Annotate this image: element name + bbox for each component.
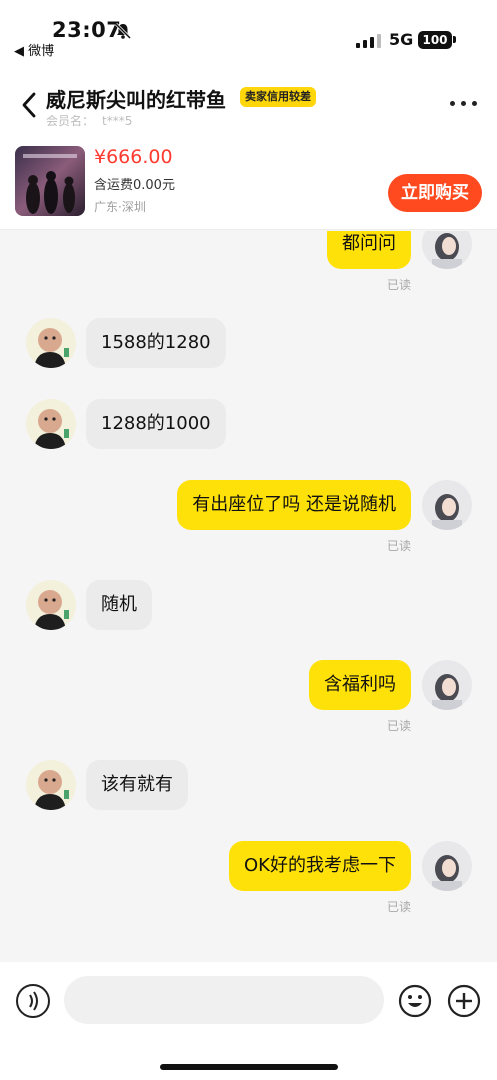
status-bar: 23:07 ◀ 微博 5G 100: [0, 0, 497, 60]
battery-indicator: 100: [418, 31, 452, 49]
message-bubble-outgoing[interactable]: OK好的我考虑一下: [229, 841, 411, 891]
my-avatar[interactable]: [422, 480, 472, 530]
read-receipt: 已读: [387, 539, 412, 553]
voice-icon[interactable]: [16, 984, 50, 1018]
member-id: t***5: [102, 114, 133, 128]
message-bubble-incoming[interactable]: 1588的1280: [86, 318, 226, 368]
emoji-icon[interactable]: [398, 984, 432, 1018]
credit-badge: 卖家信用较差: [240, 87, 316, 107]
more-icon[interactable]: [450, 100, 478, 108]
seller-avatar[interactable]: [26, 318, 76, 368]
my-avatar[interactable]: [422, 841, 472, 891]
message-bubble-outgoing[interactable]: 有出座位了吗 还是说随机: [177, 480, 411, 530]
read-receipt: 已读: [387, 719, 412, 733]
message-input[interactable]: [64, 976, 384, 1024]
chat-header: 威尼斯尖叫的红带鱼 卖家信用较差 会员名： t***5 ¥666.00 含运费0…: [0, 60, 497, 230]
seller-avatar[interactable]: [26, 399, 76, 449]
read-receipt: 已读: [387, 278, 412, 292]
seller-avatar[interactable]: [26, 760, 76, 810]
member-line: 会员名： t***5: [46, 112, 132, 129]
message-bubble-outgoing[interactable]: 含福利吗: [309, 660, 411, 710]
product-price: ¥666.00: [94, 146, 173, 168]
seller-name[interactable]: 威尼斯尖叫的红带鱼: [46, 84, 226, 113]
member-label: 会员名：: [46, 114, 95, 128]
product-thumbnail[interactable]: [15, 146, 85, 216]
battery-tip: [453, 36, 456, 43]
status-time: 23:07: [52, 18, 122, 42]
input-bar: [0, 962, 497, 1080]
shipping-info: 含运费0.00元: [94, 178, 175, 193]
message-bubble-outgoing[interactable]: 都问问: [327, 231, 411, 269]
message-bubble-incoming[interactable]: 该有就有: [86, 760, 188, 810]
bell-off-icon: [114, 22, 132, 40]
chat-messages[interactable]: 都问问 已读 1588的1280 1288的1000 有出座位了吗 还是说随机 …: [0, 231, 497, 961]
buy-now-button[interactable]: 立即购买: [388, 174, 482, 212]
back-to-app-link[interactable]: ◀ 微博: [14, 40, 54, 59]
seller-location: 广东·深圳: [94, 200, 146, 214]
signal-icon: [356, 34, 381, 48]
product-image-art: [15, 146, 85, 216]
message-bubble-incoming[interactable]: 随机: [86, 580, 152, 630]
my-avatar[interactable]: [422, 231, 472, 269]
my-avatar[interactable]: [422, 660, 472, 710]
plus-icon[interactable]: [447, 984, 481, 1018]
message-bubble-incoming[interactable]: 1288的1000: [86, 399, 226, 449]
read-receipt: 已读: [387, 900, 412, 914]
network-type: 5G: [389, 30, 414, 49]
seller-avatar[interactable]: [26, 580, 76, 630]
home-indicator[interactable]: [160, 1064, 338, 1070]
back-arrow-icon[interactable]: [18, 90, 42, 120]
